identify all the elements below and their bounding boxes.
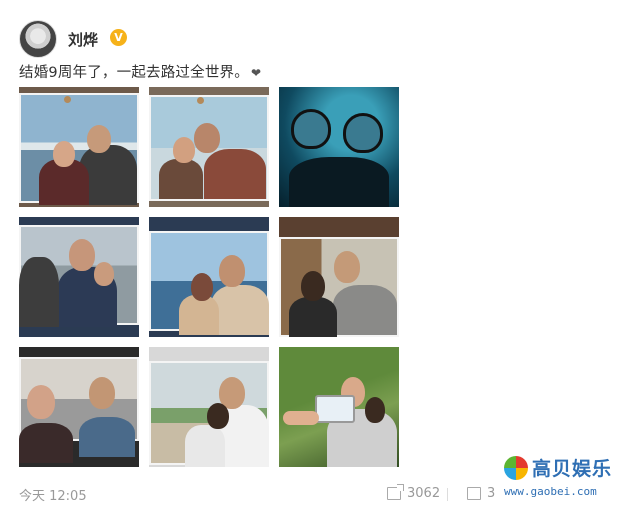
verified-badge-icon: V bbox=[110, 29, 127, 46]
comment-count: 3 bbox=[487, 486, 496, 501]
photo-3[interactable] bbox=[279, 87, 399, 207]
photo-6[interactable] bbox=[279, 217, 399, 337]
photo-5[interactable] bbox=[149, 217, 269, 337]
photo-9[interactable] bbox=[279, 347, 399, 467]
photo-7[interactable] bbox=[19, 347, 139, 467]
photo-1[interactable] bbox=[19, 87, 139, 207]
repost-button[interactable]: 3062 bbox=[387, 484, 441, 501]
author-avatar[interactable] bbox=[19, 20, 57, 58]
comment-button[interactable]: 3 bbox=[467, 486, 495, 501]
repost-count: 3062 bbox=[407, 486, 441, 501]
post-text: 结婚9周年了，一起去路过全世界。 ❤ bbox=[19, 61, 261, 82]
post-timestamp[interactable]: 今天 12:05 bbox=[19, 485, 87, 504]
post-text-content: 结婚9周年了，一起去路过全世界。 bbox=[19, 65, 249, 81]
footer-divider bbox=[447, 488, 448, 501]
photo-4[interactable] bbox=[19, 217, 139, 337]
author-name[interactable]: 刘烨 bbox=[68, 29, 98, 50]
heart-icon: ❤ bbox=[250, 66, 262, 80]
repost-icon bbox=[387, 484, 404, 500]
watermark-title: 高贝娱乐 bbox=[532, 458, 613, 480]
watermark-url: www.gaobei.com bbox=[504, 485, 597, 498]
comment-icon bbox=[467, 487, 481, 500]
photo-2[interactable] bbox=[149, 87, 269, 207]
photo-8[interactable] bbox=[149, 347, 269, 467]
site-watermark: 高贝娱乐 www.gaobei.com bbox=[500, 452, 618, 502]
watermark-logo-icon bbox=[504, 456, 528, 480]
